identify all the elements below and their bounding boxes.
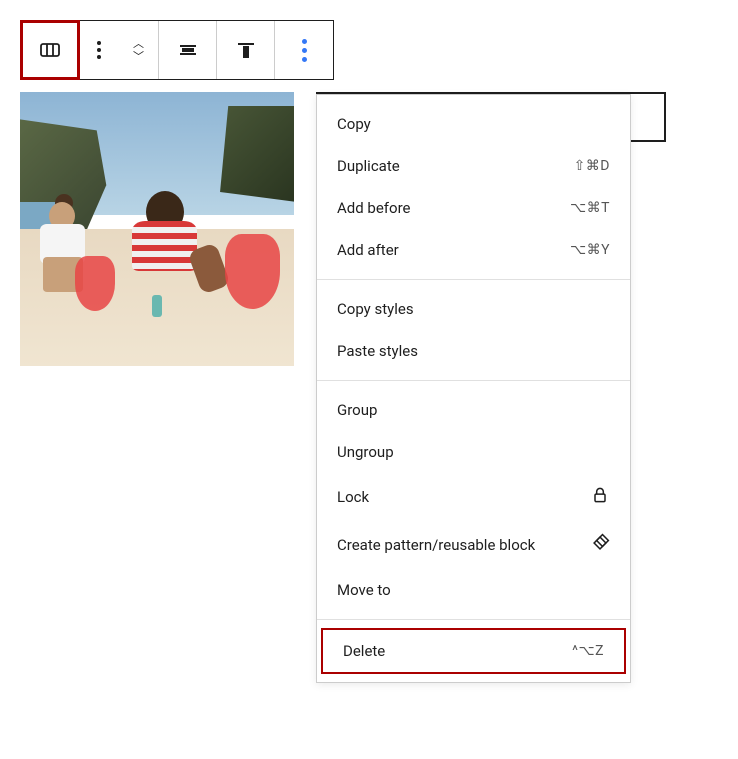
menu-label: Create pattern/reusable block bbox=[337, 536, 535, 554]
menu-label: Move to bbox=[337, 581, 391, 599]
menu-label: Group bbox=[337, 401, 377, 419]
lock-icon bbox=[590, 485, 610, 509]
justify-icon bbox=[176, 38, 200, 62]
move-buttons[interactable]: ︿ ﹀ bbox=[119, 21, 159, 79]
menu-label: Duplicate bbox=[337, 157, 400, 175]
drag-handle-icon bbox=[97, 41, 101, 59]
diamond-icon bbox=[590, 533, 610, 557]
more-options-button[interactable] bbox=[275, 21, 333, 79]
menu-shortcut: ⇧⌘D bbox=[574, 158, 610, 174]
menu-section-edit: Copy Duplicate ⇧⌘D Add before ⌥⌘T Add af… bbox=[317, 95, 630, 280]
menu-label: Paste styles bbox=[337, 342, 418, 360]
image-content bbox=[20, 92, 294, 366]
columns-icon bbox=[38, 38, 62, 62]
image-block[interactable] bbox=[20, 92, 294, 366]
menu-item-move-to[interactable]: Move to bbox=[317, 569, 630, 611]
chevron-down-icon: ﹀ bbox=[133, 51, 144, 62]
block-options-menu: Copy Duplicate ⇧⌘D Add before ⌥⌘T Add af… bbox=[316, 94, 631, 683]
menu-label: Copy bbox=[337, 115, 371, 133]
more-options-icon bbox=[302, 39, 307, 62]
menu-label: Delete bbox=[343, 642, 385, 660]
align-top-icon bbox=[234, 38, 258, 62]
menu-item-add-before[interactable]: Add before ⌥⌘T bbox=[317, 187, 630, 229]
menu-item-add-after[interactable]: Add after ⌥⌘Y bbox=[317, 229, 630, 271]
menu-section-group: Group Ungroup Lock Create pattern/reus bbox=[317, 381, 630, 620]
menu-label: Ungroup bbox=[337, 443, 394, 461]
chevron-up-icon: ︿ bbox=[133, 38, 144, 49]
menu-item-delete[interactable]: Delete ^⌥Z bbox=[321, 628, 626, 674]
menu-item-duplicate[interactable]: Duplicate ⇧⌘D bbox=[317, 145, 630, 187]
menu-item-ungroup[interactable]: Ungroup bbox=[317, 431, 630, 473]
menu-section-styles: Copy styles Paste styles bbox=[317, 280, 630, 381]
menu-item-copy-styles[interactable]: Copy styles bbox=[317, 288, 630, 330]
menu-label: Lock bbox=[337, 488, 369, 506]
drag-handle-button[interactable] bbox=[79, 21, 119, 79]
menu-item-lock[interactable]: Lock bbox=[317, 473, 630, 521]
menu-item-copy[interactable]: Copy bbox=[317, 103, 630, 145]
menu-section-delete: Delete ^⌥Z bbox=[317, 620, 630, 682]
menu-item-group[interactable]: Group bbox=[317, 389, 630, 431]
menu-shortcut: ⌥⌘Y bbox=[570, 242, 610, 258]
menu-item-paste-styles[interactable]: Paste styles bbox=[317, 330, 630, 372]
align-button[interactable] bbox=[217, 21, 275, 79]
menu-label: Add after bbox=[337, 241, 399, 259]
block-toolbar: ︿ ﹀ bbox=[20, 20, 334, 80]
menu-item-create-pattern[interactable]: Create pattern/reusable block bbox=[317, 521, 630, 569]
menu-shortcut: ⌥⌘T bbox=[570, 200, 610, 216]
menu-label: Add before bbox=[337, 199, 410, 217]
justify-button[interactable] bbox=[159, 21, 217, 79]
columns-block-button[interactable] bbox=[20, 20, 80, 80]
menu-shortcut: ^⌥Z bbox=[572, 643, 604, 659]
menu-label: Copy styles bbox=[337, 300, 414, 318]
